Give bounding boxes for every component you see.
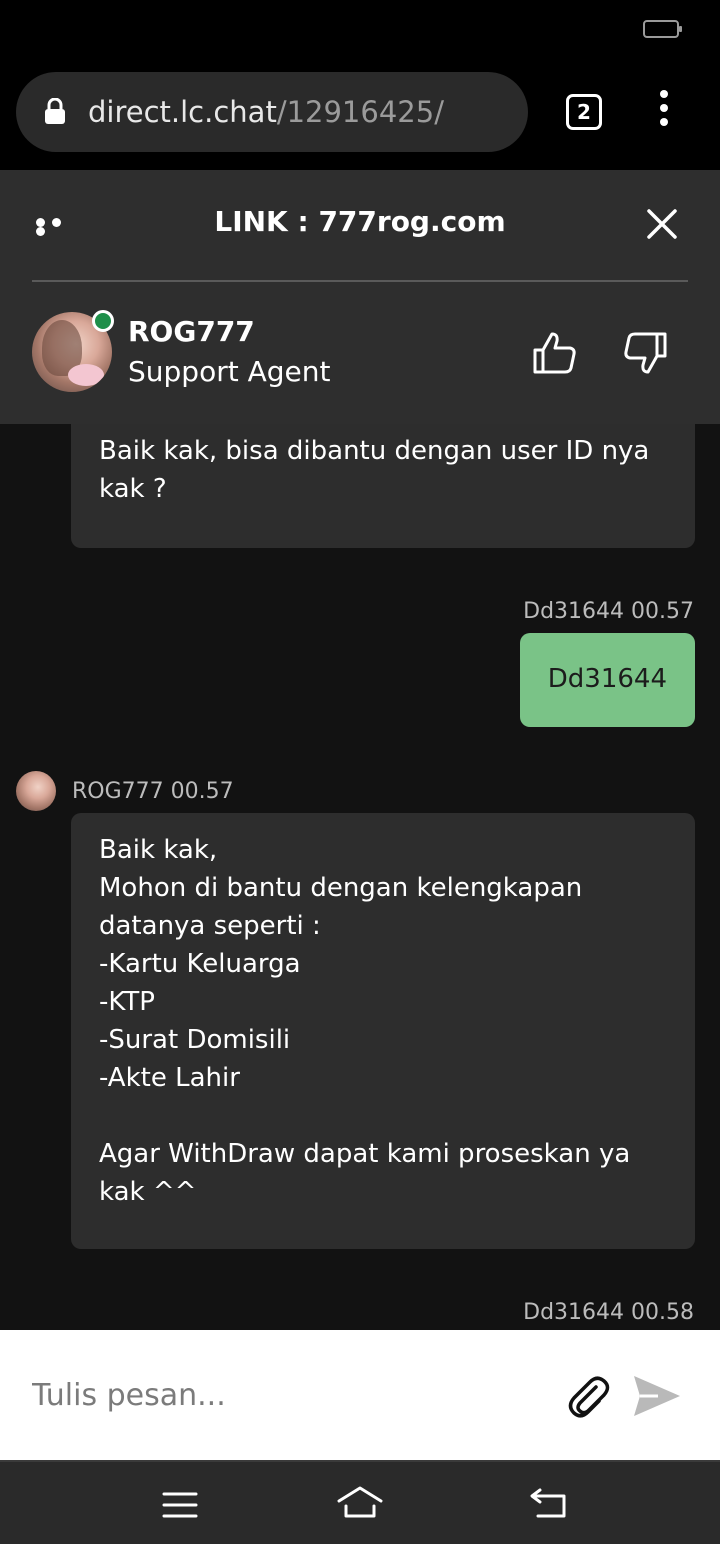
status-bar [0, 0, 720, 60]
url-path: /12916425/ [276, 95, 444, 129]
agent-mini-avatar [16, 771, 56, 811]
online-status-dot [92, 310, 114, 332]
recent-apps-icon[interactable] [162, 1490, 198, 1520]
thumbs-down-icon[interactable] [622, 330, 668, 376]
paperclip-icon[interactable] [566, 1374, 612, 1420]
lock-icon [45, 98, 65, 124]
agent-message-meta: ROG777 00.57 [72, 779, 234, 804]
chat-title: LINK : 777rog.com [214, 205, 506, 238]
user-message-meta: Dd31644 00.57 [523, 599, 694, 624]
message-input[interactable] [32, 1370, 532, 1420]
message-list[interactable]: Baik kak, bisa dibantu dengan user ID ny… [0, 424, 720, 1330]
address-bar[interactable]: direct.lc.chat/12916425/ [16, 72, 528, 152]
close-icon[interactable] [646, 208, 678, 240]
url-text: direct.lc.chat/12916425/ [88, 92, 444, 132]
header-divider [32, 280, 688, 282]
chat-screen: direct.lc.chat/12916425/ 2 LINK : 777rog… [0, 0, 720, 1544]
agent-role: Support Agent [128, 355, 331, 388]
browser-menu-icon[interactable] [646, 90, 682, 134]
battery-icon [643, 20, 682, 38]
composer-bar [0, 1330, 720, 1460]
back-icon[interactable] [528, 1486, 568, 1520]
home-icon[interactable] [336, 1484, 384, 1520]
thumbs-up-icon[interactable] [532, 330, 578, 376]
user-message-meta: Dd31644 00.58 [523, 1300, 694, 1325]
url-host: direct.lc.chat [88, 95, 277, 129]
browser-toolbar: direct.lc.chat/12916425/ 2 [0, 60, 720, 170]
send-icon[interactable] [632, 1374, 682, 1418]
chat-header: LINK : 777rog.com ROG777 Support Agent [0, 170, 720, 424]
system-nav-bar [0, 1460, 720, 1544]
agent-name: ROG777 [128, 315, 255, 348]
agent-message-bubble: Baik kak, Mohon di bantu dengan kelengka… [71, 813, 695, 1249]
user-message-bubble: Dd31644 [519, 633, 695, 727]
tab-switcher-button[interactable]: 2 [566, 94, 602, 130]
more-options-icon[interactable] [36, 218, 82, 236]
agent-message-bubble: Baik kak, bisa dibantu dengan user ID ny… [71, 424, 695, 548]
